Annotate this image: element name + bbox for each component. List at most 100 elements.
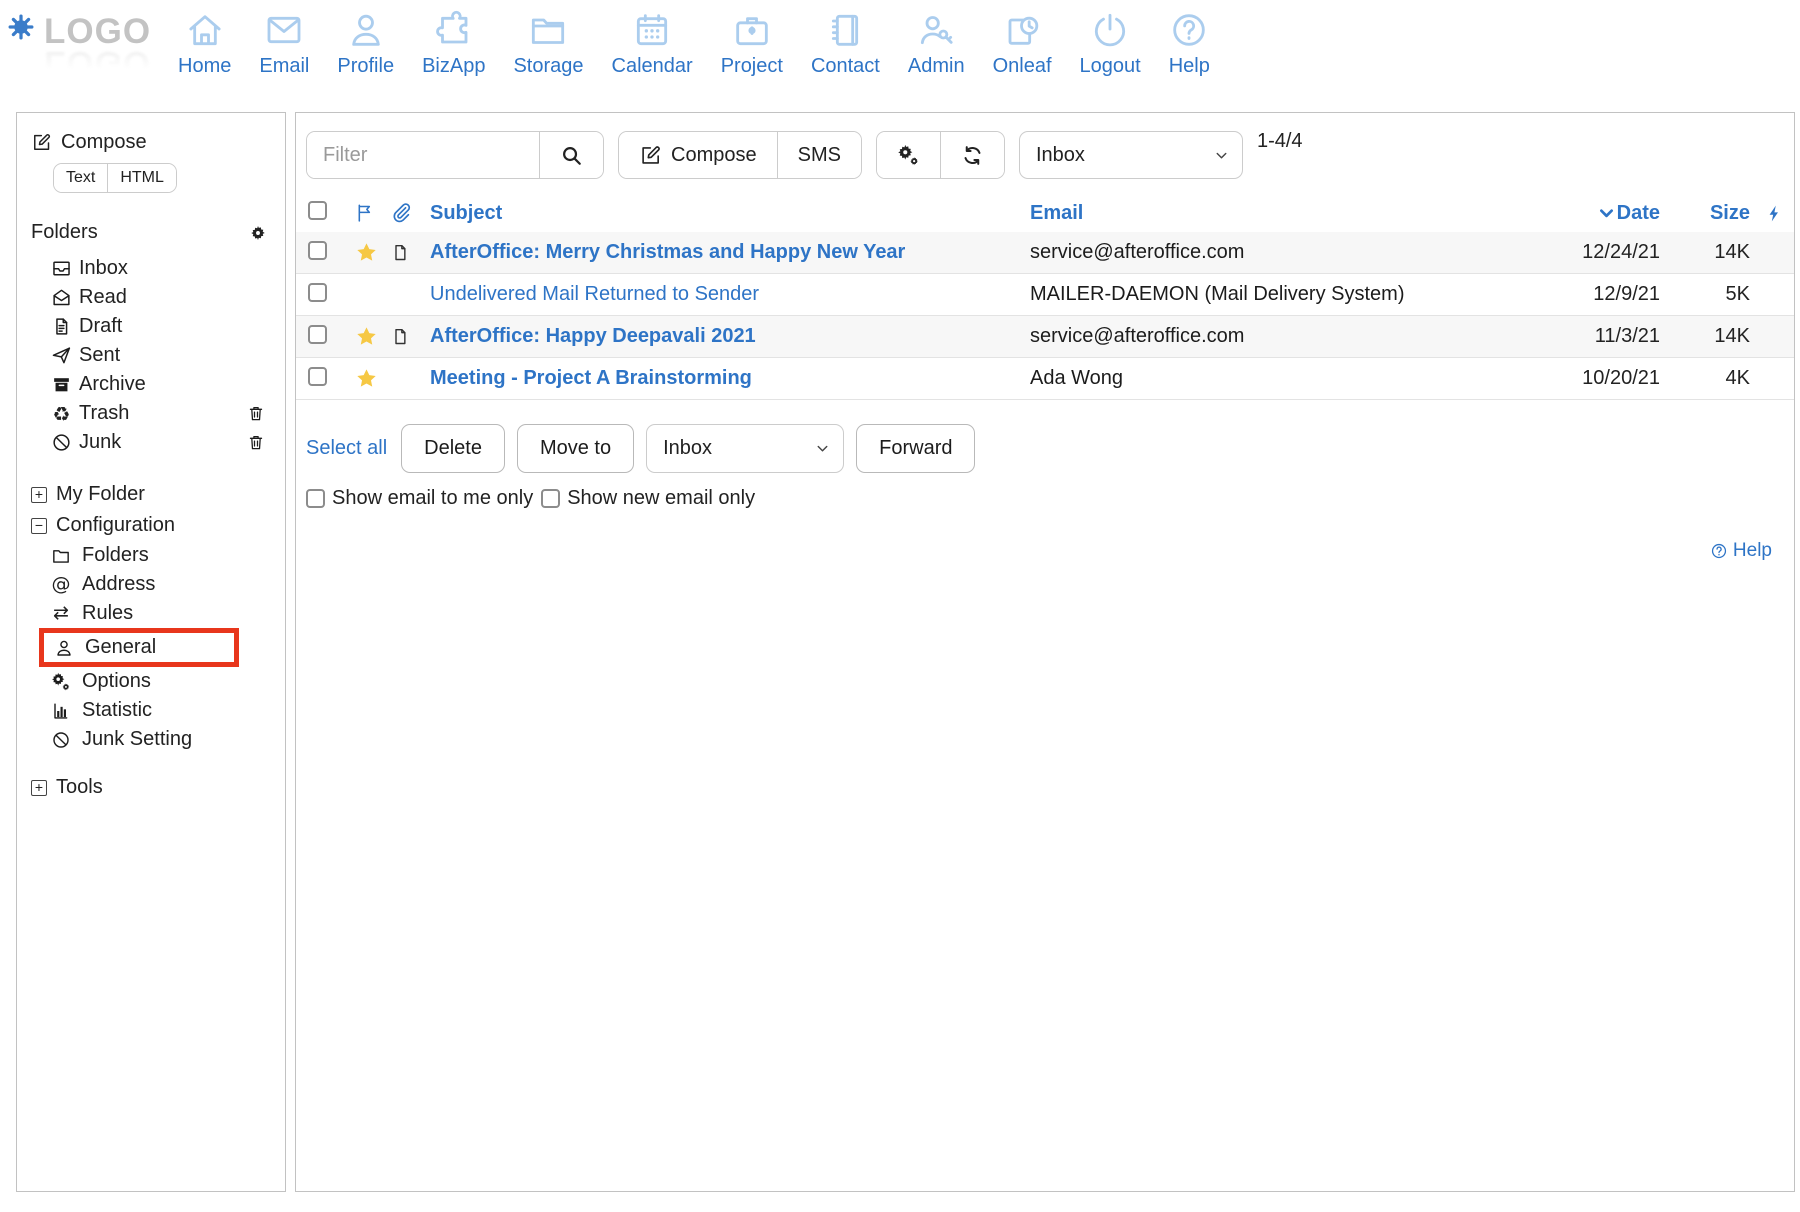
mail-subject-link[interactable]: AfterOffice: Merry Christmas and Happy N… (430, 241, 905, 264)
row-checkbox[interactable] (308, 325, 327, 344)
arrows-icon: ⇄ (51, 604, 71, 623)
nav-onleaf[interactable]: Onleaf (979, 10, 1066, 78)
folder-select[interactable]: Inbox (1019, 131, 1243, 179)
notebook-icon (825, 10, 865, 50)
folders-settings-gear-icon[interactable] (249, 224, 267, 242)
row-checkbox[interactable] (308, 367, 327, 386)
priority-column-icon[interactable] (1765, 204, 1784, 223)
expand-icon[interactable]: + (31, 487, 47, 503)
folder-inbox[interactable]: Inbox (51, 254, 273, 283)
folder-junk[interactable]: Junk (51, 428, 273, 457)
select-all-checkbox[interactable] (308, 201, 327, 220)
config-rules[interactable]: ⇄Rules (51, 599, 273, 628)
forward-button[interactable]: Forward (856, 424, 975, 473)
logo[interactable]: LOGO LOGO (6, 10, 158, 110)
email-header[interactable]: Email (1030, 202, 1550, 225)
archive-box-icon (51, 374, 72, 395)
nav-storage[interactable]: Storage (499, 10, 597, 78)
mail-size: 14K (1660, 241, 1750, 264)
mail-date: 11/3/21 (1550, 325, 1660, 348)
folder-draft[interactable]: Draft (51, 312, 273, 341)
top-nav: LOGO LOGO Home Email Profile BizApp Stor… (0, 0, 1800, 112)
mail-size: 5K (1660, 283, 1750, 306)
filter-input[interactable] (307, 132, 539, 178)
move-to-button[interactable]: Move to (517, 424, 634, 473)
mail-row[interactable]: AfterOffice: Merry Christmas and Happy N… (296, 232, 1794, 274)
flag-column-icon[interactable] (354, 202, 376, 224)
block-icon (51, 432, 72, 453)
mail-settings-button[interactable] (877, 132, 940, 178)
expand-icon[interactable]: + (31, 780, 47, 796)
mail-subject-link[interactable]: Undelivered Mail Returned to Sender (430, 283, 759, 306)
starburst-icon (8, 14, 34, 40)
collapse-icon[interactable]: − (31, 518, 47, 534)
nav-email[interactable]: Email (245, 10, 323, 78)
show-new-only-checkbox[interactable] (541, 489, 560, 508)
mail-subject-link[interactable]: AfterOffice: Happy Deepavali 2021 (430, 325, 756, 348)
nav-contact[interactable]: Contact (797, 10, 894, 78)
date-header[interactable]: Date (1550, 202, 1660, 225)
mail-row[interactable]: Undelivered Mail Returned to Sender MAIL… (296, 274, 1794, 316)
nav-profile[interactable]: Profile (323, 10, 408, 78)
nav-bizapp[interactable]: BizApp (408, 10, 499, 78)
compose-html-button[interactable]: HTML (108, 164, 176, 192)
mail-panel: Compose SMS Inbox 1-4/4 Subject Email Da… (295, 112, 1795, 1192)
compose-mail-button[interactable]: Compose (619, 132, 777, 178)
nav-home[interactable]: Home (164, 10, 245, 78)
compose-button[interactable]: Compose (31, 131, 273, 154)
delete-button[interactable]: Delete (401, 424, 505, 473)
show-to-me-checkbox[interactable] (306, 489, 325, 508)
empty-junk-icon[interactable] (247, 433, 265, 452)
row-checkbox[interactable] (308, 241, 327, 260)
subject-header[interactable]: Subject (430, 202, 1030, 225)
folder-sent[interactable]: Sent (51, 341, 273, 370)
config-statistic[interactable]: Statistic (51, 696, 273, 725)
folder-read[interactable]: Read (51, 283, 273, 312)
view-filters: Show email to me only Show new email onl… (306, 487, 1794, 510)
attachment-column-icon[interactable] (390, 202, 412, 224)
nav-logout[interactable]: Logout (1066, 10, 1155, 78)
size-header[interactable]: Size (1660, 202, 1750, 225)
search-button[interactable] (539, 132, 603, 178)
config-general-highlighted[interactable]: General (39, 628, 239, 667)
mail-subject-link[interactable]: Meeting - Project A Brainstorming (430, 367, 752, 390)
mail-row[interactable]: Meeting - Project A Brainstorming Ada Wo… (296, 358, 1794, 400)
inbox-tray-icon (51, 258, 72, 279)
folders-section-label: Folders (31, 221, 98, 244)
move-folder-select[interactable]: Inbox (646, 424, 844, 473)
document-lines-icon (51, 316, 72, 337)
mail-table: Subject Email Date Size AfterOffice: Mer… (296, 194, 1794, 400)
mail-sender: service@afteroffice.com (1030, 241, 1550, 264)
star-icon[interactable] (354, 324, 379, 349)
nav-project[interactable]: Project (707, 10, 797, 78)
folder-trash[interactable]: ♻Trash (51, 399, 273, 428)
compose-text-button[interactable]: Text (54, 164, 108, 192)
nav-help[interactable]: Help (1155, 10, 1224, 78)
config-junk-setting[interactable]: Junk Setting (51, 725, 273, 754)
row-checkbox[interactable] (308, 283, 327, 302)
tree-tools[interactable]: +Tools (31, 772, 273, 803)
help-link[interactable]: Help (1710, 540, 1772, 562)
config-address[interactable]: @Address (51, 570, 273, 599)
star-icon[interactable] (354, 366, 379, 391)
sms-button[interactable]: SMS (777, 132, 861, 178)
mail-date: 12/24/21 (1550, 241, 1660, 264)
refresh-button[interactable] (940, 132, 1004, 178)
config-options[interactable]: Options (51, 667, 273, 696)
at-sign-icon: @ (51, 575, 71, 594)
folder-archive[interactable]: Archive (51, 370, 273, 399)
tree-configuration[interactable]: −Configuration (31, 510, 273, 541)
star-icon[interactable] (354, 240, 379, 265)
document-icon (390, 326, 410, 347)
mail-row[interactable]: AfterOffice: Happy Deepavali 2021 servic… (296, 316, 1794, 358)
empty-trash-icon[interactable] (247, 404, 265, 423)
tree-my-folder[interactable]: +My Folder (31, 479, 273, 510)
select-all-link[interactable]: Select all (306, 437, 387, 460)
nav-calendar[interactable]: Calendar (598, 10, 707, 78)
chevron-down-icon (1213, 147, 1230, 164)
config-folders[interactable]: Folders (51, 541, 273, 570)
bar-chart-icon (51, 701, 71, 721)
compose-icon (639, 144, 662, 167)
nav-admin[interactable]: Admin (894, 10, 979, 78)
gears-icon (897, 144, 920, 167)
